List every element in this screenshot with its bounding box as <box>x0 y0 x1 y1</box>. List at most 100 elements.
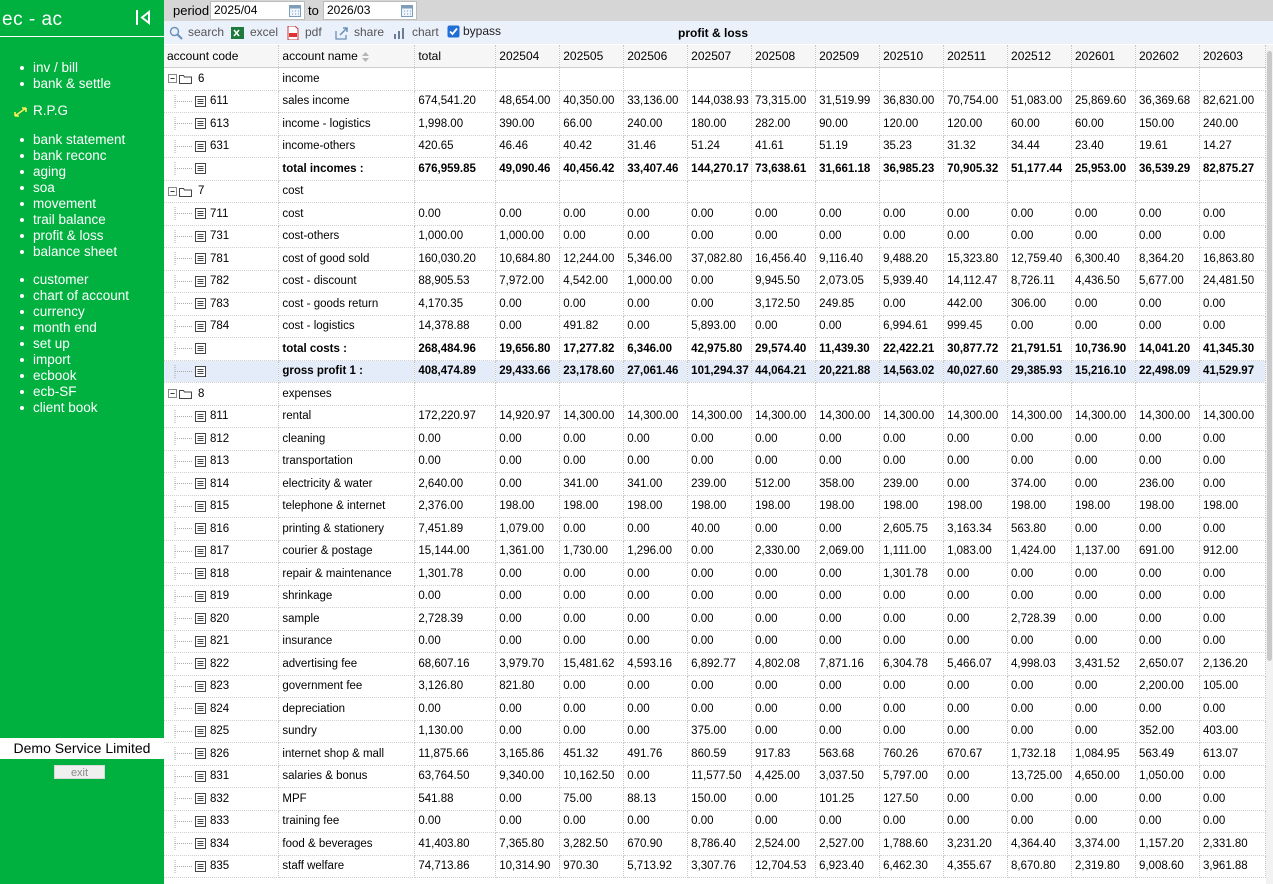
account-code-cell: 819 <box>164 585 280 608</box>
table-row[interactable]: 731 cost-others 1,000.00 1,000.00 0.00 0.00 0.… <box>164 225 1266 248</box>
group-row[interactable]: 8 expenses <box>164 382 1266 406</box>
menu-item-set-up[interactable]: set up <box>0 336 129 352</box>
menu-item-chart-of-account[interactable]: chart of account <box>0 288 129 304</box>
calendar-icon[interactable] <box>289 4 301 17</box>
column-header-202505[interactable]: 202505 <box>559 45 625 68</box>
menu-item-balance-sheet[interactable]: balance sheet <box>0 244 125 260</box>
table-row[interactable]: 781 cost of good sold 160,030.20 10,684.80 1… <box>164 247 1266 271</box>
table-row[interactable]: 835 staff welfare 74,713.86 10,314.90 970.30… <box>164 855 1266 878</box>
amount-cell <box>879 67 945 91</box>
menu-item-month-end[interactable]: month end <box>0 320 129 336</box>
column-header-account-name[interactable]: account name <box>278 45 416 68</box>
amount-cell: 0.00 <box>1199 225 1266 248</box>
collapse-sidebar-icon[interactable] <box>135 9 151 26</box>
calendar-icon[interactable] <box>401 4 413 17</box>
menu-item-movement[interactable]: movement <box>0 196 125 212</box>
table-row[interactable]: 813 transportation 0.00 0.00 0.00 0.00 0.00 0.0… <box>164 450 1266 473</box>
column-header-total[interactable]: total <box>414 45 497 68</box>
period-from-input[interactable]: 2025/04 <box>210 1 305 20</box>
menu-item-soa[interactable]: soa <box>0 180 125 196</box>
table-row[interactable]: 711 cost 0.00 0.00 0.00 0.00 0.00 0.00 0.00 0.00 0… <box>164 202 1266 226</box>
column-header-202510[interactable]: 202510 <box>879 45 945 68</box>
amount-cell: 16,863.80 <box>1199 247 1266 271</box>
table-row[interactable]: 819 shrinkage 0.00 0.00 0.00 0.00 0.00 0.00 0.00… <box>164 585 1266 608</box>
amount-cell: 0.00 <box>623 697 689 721</box>
menu-item-inv-bill[interactable]: inv / bill <box>0 60 111 76</box>
table-row[interactable]: 815 telephone & internet 2,376.00 198.00 198… <box>164 495 1266 518</box>
total-row[interactable]: total incomes :676,959.85 49,090.46 40,456… <box>164 157 1266 181</box>
table-row[interactable]: 631 income-others 420.65 46.46 40.42 31.46 51.… <box>164 135 1266 158</box>
table-row[interactable]: 821 insurance 0.00 0.00 0.00 0.00 0.00 0.00 0.00… <box>164 630 1266 653</box>
group-row[interactable]: 6 income <box>164 67 1266 91</box>
amount-cell: 0.00 <box>495 315 561 338</box>
table-row[interactable]: 814 electricity & water 2,640.00 0.00 341.00… <box>164 472 1266 496</box>
menu-item-profit-loss[interactable]: profit & loss <box>0 228 125 244</box>
exit-button[interactable]: exit <box>54 765 105 779</box>
column-header-202601[interactable]: 202601 <box>1071 45 1136 68</box>
table-row[interactable]: 613 income - logistics 1,998.00 390.00 66.00… <box>164 112 1266 136</box>
menu-item-ecbook[interactable]: ecbook <box>0 368 129 384</box>
checkbox-checked-icon[interactable] <box>447 25 460 38</box>
menu-item-trail-balance[interactable]: trail balance <box>0 212 125 228</box>
account-code-cell <box>164 157 280 181</box>
sort-icon[interactable] <box>361 51 369 62</box>
table-row[interactable]: 832 MPF 541.88 0.00 75.00 88.13 150.00 0.00 101.… <box>164 787 1266 811</box>
amount-cell: 7,451.89 <box>414 517 497 541</box>
table-row[interactable]: 824 depreciation 0.00 0.00 0.00 0.00 0.00 0.00 0… <box>164 697 1266 721</box>
total-row[interactable]: total costs :268,484.96 19,656.80 17,277.8… <box>164 337 1266 361</box>
column-header-202504[interactable]: 202504 <box>495 45 561 68</box>
column-header-202506[interactable]: 202506 <box>623 45 689 68</box>
column-header-202603[interactable]: 202603 <box>1199 45 1266 68</box>
table-row[interactable]: 825 sundry 1,130.00 0.00 0.00 0.00 375.00 0.00 0… <box>164 720 1266 743</box>
column-header-202512[interactable]: 202512 <box>1007 45 1072 68</box>
column-header-202508[interactable]: 202508 <box>751 45 817 68</box>
table-row[interactable]: 816 printing & stationery 7,451.89 1,079.00… <box>164 517 1266 541</box>
menu-group-rpg: R.P.G <box>0 103 68 119</box>
menu-item-client-book[interactable]: client book <box>0 400 129 416</box>
column-header-202511[interactable]: 202511 <box>943 45 1009 68</box>
scrollbar-thumb[interactable] <box>1267 51 1272 661</box>
period-to-input[interactable]: 2026/03 <box>323 1 417 20</box>
table-row[interactable]: 812 cleaning 0.00 0.00 0.00 0.00 0.00 0.00 0.00 0… <box>164 427 1266 451</box>
amount-cell: 1,424.00 <box>1007 540 1072 563</box>
table-row[interactable]: 833 training fee 0.00 0.00 0.00 0.00 0.00 0.00 0… <box>164 810 1266 833</box>
table-row[interactable]: 783 cost - goods return 4,170.35 0.00 0.00 0.… <box>164 292 1266 316</box>
column-header-account-code[interactable]: account code <box>164 45 280 68</box>
vertical-scrollbar[interactable] <box>1266 45 1273 884</box>
total-row[interactable]: gross profit 1 :408,474.89 29,433.66 23,17… <box>164 360 1266 383</box>
table-row[interactable]: 831 salaries & bonus 63,764.50 9,340.00 10,1… <box>164 765 1266 788</box>
account-name-cell: cost - discount <box>278 270 416 293</box>
table-row[interactable]: 834 food & beverages 41,403.80 7,365.80 3,28… <box>164 832 1266 856</box>
amount-cell: 0.00 <box>1199 697 1266 721</box>
column-header-202507[interactable]: 202507 <box>687 45 753 68</box>
table-row[interactable]: 826 internet shop & mall 11,875.66 3,165.86… <box>164 742 1266 766</box>
table-row[interactable]: 782 cost - discount 88,905.53 7,972.00 4,542… <box>164 270 1266 293</box>
column-header-202602[interactable]: 202602 <box>1135 45 1200 68</box>
table-row[interactable]: 784 cost - logistics 14,378.88 0.00 491.82 0.… <box>164 315 1266 338</box>
table-row[interactable]: 822 advertising fee 68,607.16 3,979.70 15,48… <box>164 652 1266 676</box>
table-row[interactable]: 611 sales income 674,541.20 48,654.00 40,350… <box>164 90 1266 113</box>
menu-item-ecb-sf[interactable]: ecb-SF <box>0 384 129 400</box>
amount-cell: 198.00 <box>559 495 625 518</box>
amount-cell <box>943 180 1009 203</box>
table-row[interactable]: 820 sample 2,728.39 0.00 0.00 0.00 0.00 0.00 0.0… <box>164 607 1266 631</box>
amount-cell: 374.00 <box>1007 472 1072 496</box>
table-row[interactable]: 818 repair & maintenance 1,301.78 0.00 0.00 0… <box>164 562 1266 586</box>
menu-item-aging[interactable]: aging <box>0 164 125 180</box>
amount-cell: 0.00 <box>1071 562 1136 586</box>
table-row[interactable]: 823 government fee 3,126.80 821.80 0.00 0.00 0… <box>164 675 1266 698</box>
menu-item-import[interactable]: import <box>0 352 129 368</box>
column-header-202509[interactable]: 202509 <box>815 45 881 68</box>
account-name-cell: electricity & water <box>278 472 416 496</box>
menu-item-currency[interactable]: currency <box>0 304 129 320</box>
menu-item-rpg[interactable]: R.P.G <box>0 103 68 119</box>
table-row[interactable]: 817 courier & postage 15,144.00 1,361.00 1,7… <box>164 540 1266 563</box>
menu-item-customer[interactable]: customer <box>0 272 129 288</box>
menu-item-bank-statement[interactable]: bank statement <box>0 132 125 148</box>
menu-item-bank-reconc[interactable]: bank reconc <box>0 148 125 164</box>
table-row[interactable]: 811 rental 172,220.97 14,920.97 14,300.00 14,… <box>164 405 1266 428</box>
amount-cell: 0.00 <box>943 202 1009 226</box>
group-row[interactable]: 7 cost <box>164 180 1266 203</box>
menu-item-bank-settle[interactable]: bank & settle <box>0 76 111 92</box>
document-icon <box>174 589 206 603</box>
